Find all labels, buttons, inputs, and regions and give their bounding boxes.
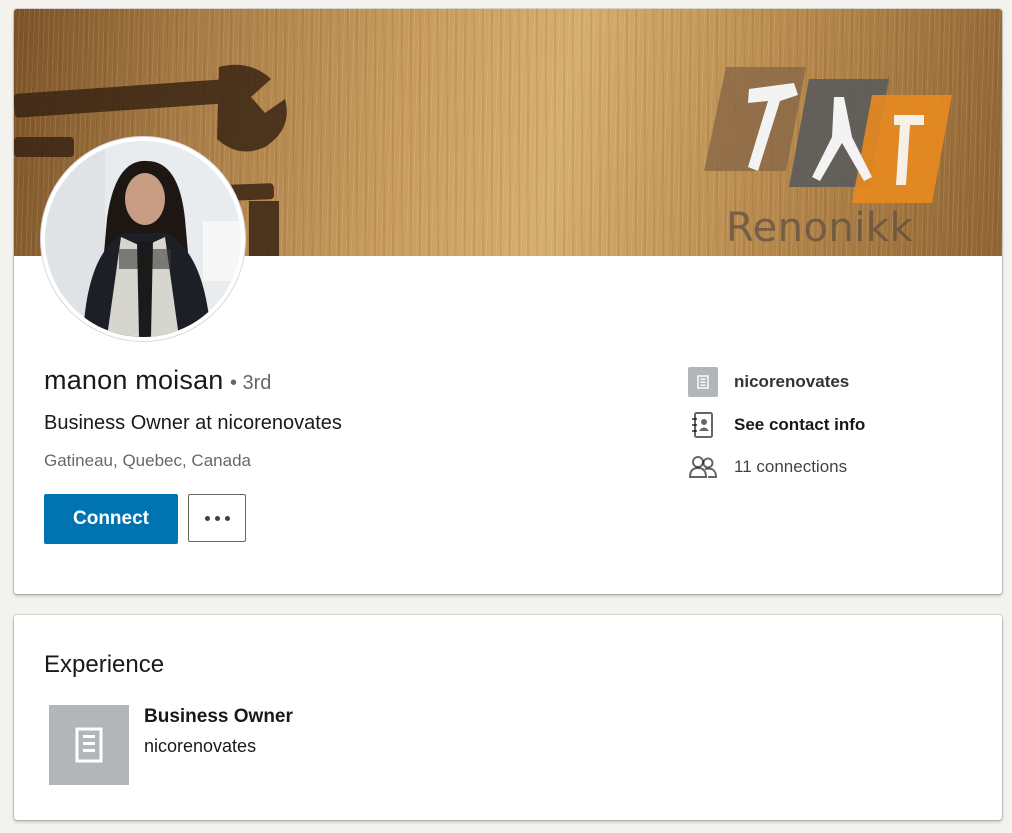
- contact-card-icon: [692, 412, 713, 438]
- contact-info-link[interactable]: See contact info: [688, 410, 865, 440]
- contact-info-label: See contact info: [734, 415, 866, 434]
- company-logo-icon: [688, 367, 718, 397]
- avatar-photo: [45, 141, 241, 337]
- connect-button[interactable]: Connect: [44, 494, 178, 544]
- experience-company: nicorenovates: [144, 736, 257, 756]
- connection-degree: • 3rd: [229, 372, 272, 394]
- building-icon: [75, 727, 103, 763]
- profile-headline: Business Owner at nicorenovates: [44, 412, 342, 434]
- connections-link[interactable]: 11 connections: [688, 452, 847, 482]
- experience-company-logo[interactable]: [49, 705, 129, 785]
- profile-location: Gatineau, Quebec, Canada: [44, 451, 251, 470]
- avatar[interactable]: [45, 141, 241, 337]
- name-row: manon moisan • 3rd: [44, 365, 271, 396]
- profile-name: manon moisan: [44, 365, 224, 395]
- more-dot-icon: [214, 515, 220, 521]
- more-dot-icon: [224, 515, 230, 521]
- banner-brand-text: Renonikk: [726, 205, 914, 251]
- people-icon: [688, 456, 718, 478]
- experience-card: Experience Business Owner nicorenovates: [14, 615, 1002, 820]
- current-company-link[interactable]: nicorenovates: [688, 367, 849, 397]
- more-dot-icon: [204, 515, 210, 521]
- current-company-name: nicorenovates: [734, 372, 850, 391]
- connections-count: 11 connections: [734, 457, 848, 476]
- profile-top-card: Renonikk manon moisan • 3rd Business Own…: [14, 9, 1002, 594]
- more-actions-button[interactable]: [188, 494, 246, 542]
- building-icon: [697, 375, 709, 389]
- experience-role[interactable]: Business Owner: [144, 706, 293, 728]
- experience-section-title: Experience: [44, 651, 165, 678]
